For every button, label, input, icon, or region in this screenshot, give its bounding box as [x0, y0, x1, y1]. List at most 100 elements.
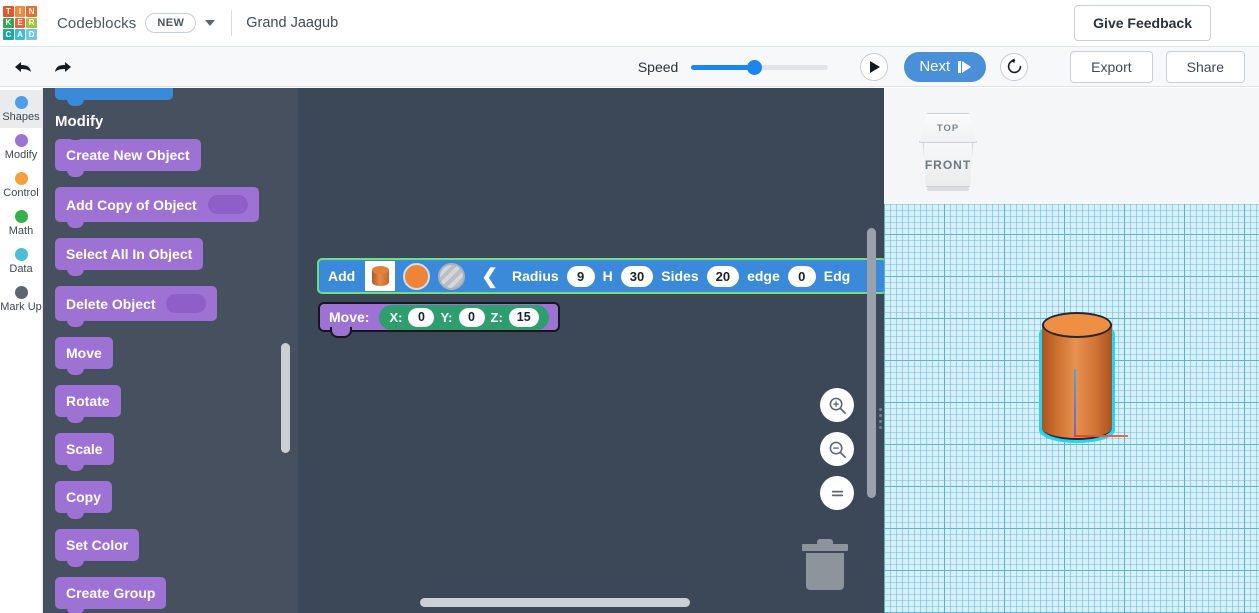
slider-fill: [691, 64, 756, 70]
param-label-height: H: [602, 268, 613, 284]
zoom-in-magnifier-icon: [829, 397, 846, 414]
view-cube-top-label: TOP: [936, 122, 960, 134]
new-badge: NEW: [145, 13, 197, 33]
param-value-edge[interactable]: 0: [787, 265, 816, 287]
workplane-grid[interactable]: [884, 204, 1259, 613]
palette-block-select-all-in-object[interactable]: Select All In Object: [55, 238, 204, 276]
restart-button[interactable]: [1000, 52, 1029, 81]
move-block[interactable]: Move: X: 0 Y: 0 Z: 15: [318, 302, 560, 338]
cylinder-body[interactable]: [1042, 324, 1112, 440]
canvas-vertical-scrollbar[interactable]: [867, 228, 876, 498]
share-button[interactable]: Share: [1165, 50, 1245, 83]
give-feedback-button[interactable]: Give Feedback: [1074, 5, 1211, 41]
document-title[interactable]: Grand Jaagub: [246, 15, 338, 31]
add-shape-block[interactable]: Add ❮ Radius 9 H 30 Sides 20 edge 0 Edg: [317, 258, 884, 294]
header-divider: [231, 10, 233, 36]
category-rail: Shapes Modify Control Math Data Mark Up: [0, 88, 43, 613]
cylinder-thumbnail-icon[interactable]: [365, 261, 396, 291]
axis-value-z[interactable]: 15: [508, 307, 539, 327]
sidebar-item-modify[interactable]: Modify: [0, 128, 42, 166]
view-cube-front-face[interactable]: FRONT: [923, 143, 973, 187]
trash-can-icon[interactable]: [802, 538, 848, 590]
sidebar-item-label: Shapes: [2, 110, 40, 123]
palette-section-title: Modify: [55, 113, 104, 130]
math-color-dot: [14, 209, 28, 223]
restart-arrow-icon: [1007, 58, 1021, 74]
sidebar-item-control[interactable]: Control: [0, 166, 42, 204]
view-cube-top-face[interactable]: TOP: [919, 113, 977, 143]
step-forward-icon: [958, 60, 972, 73]
palette-block-rotate[interactable]: Rotate: [55, 385, 121, 423]
param-label-edge: edge: [747, 268, 780, 284]
code-canvas[interactable]: Add ❮ Radius 9 H 30 Sides 20 edge 0 Edg …: [298, 88, 884, 613]
view-cube-front-label: FRONT: [924, 157, 972, 172]
3d-viewport[interactable]: TOP FRONT: [884, 88, 1259, 613]
palette-block-add-copy-of-object[interactable]: Add Copy of Object: [55, 187, 259, 228]
palette-block-label: Delete Object: [66, 295, 156, 312]
slider-knob[interactable]: [747, 59, 763, 75]
undo-icon[interactable]: [7, 54, 39, 80]
next-button[interactable]: Next: [904, 51, 987, 82]
view-orientation-cube[interactable]: TOP FRONT: [915, 113, 983, 191]
color-swatch[interactable]: [403, 262, 431, 290]
cylinder-top-cap[interactable]: [1042, 312, 1112, 338]
move-block-label: Move:: [329, 309, 370, 325]
sidebar-item-data[interactable]: Data: [0, 242, 42, 280]
block-input-slot[interactable]: [207, 195, 248, 214]
palette-block-create-new-object[interactable]: Create New Object: [55, 133, 201, 177]
zoom-fit-button[interactable]: [820, 476, 854, 510]
app-name[interactable]: Codeblocks: [57, 15, 136, 32]
block-palette[interactable]: ★ Star Modify Create New Object Add Copy…: [43, 88, 298, 613]
axis-value-x[interactable]: 0: [408, 307, 435, 327]
zoom-fit-icon: [831, 490, 843, 496]
block-input-slot[interactable]: [166, 294, 207, 313]
logo-tile-e: E: [14, 17, 26, 29]
palette-content: ★ Star Modify Create New Object Add Copy…: [43, 88, 298, 613]
logo-tile-a: A: [14, 29, 26, 40]
sidebar-item-label: Mark Up: [0, 300, 42, 313]
shapes-color-dot: [14, 95, 28, 109]
tinkercad-logo[interactable]: T I N K E R C A D: [3, 6, 37, 40]
axis-indicator-horizontal: [1074, 435, 1128, 437]
zoom-out-button[interactable]: [820, 432, 854, 466]
palette-block-star[interactable]: ★ Star: [55, 88, 173, 106]
palette-block-label: Select All In Object: [66, 246, 193, 262]
sidebar-item-shapes[interactable]: Shapes: [0, 90, 42, 128]
param-value-radius[interactable]: 9: [566, 265, 595, 287]
sidebar-item-label: Modify: [4, 148, 38, 161]
play-button[interactable]: [860, 52, 889, 81]
param-label-radius: Radius: [511, 268, 559, 284]
control-color-dot: [14, 171, 28, 185]
material-swatch-icon[interactable]: [438, 262, 466, 290]
sidebar-item-math[interactable]: Math: [0, 204, 42, 242]
sidebar-item-markup[interactable]: Mark Up: [0, 280, 42, 318]
palette-block-move[interactable]: Move: [55, 337, 113, 375]
logo-tile-n: N: [26, 6, 37, 17]
canvas-horizontal-scrollbar[interactable]: [420, 598, 690, 607]
chevron-left-icon[interactable]: ❮: [481, 264, 498, 289]
palette-block-delete-object[interactable]: Delete Object: [55, 286, 218, 327]
palette-block-create-group[interactable]: Create Group: [55, 577, 167, 613]
palette-block-label: Add Copy of Object: [66, 196, 197, 213]
palette-block-label: Set Color: [66, 537, 129, 553]
param-value-height[interactable]: 30: [620, 265, 654, 287]
speed-slider[interactable]: [691, 59, 829, 75]
palette-block-copy[interactable]: Copy: [55, 481, 112, 519]
redo-icon[interactable]: [47, 54, 79, 80]
next-label: Next: [919, 58, 951, 75]
action-toolbar: Speed Next Export Share: [0, 47, 1259, 87]
palette-block-label: Copy: [66, 489, 101, 505]
palette-block-scale[interactable]: Scale: [55, 433, 114, 471]
logo-tile-t: T: [3, 6, 14, 17]
zoom-in-button[interactable]: [820, 388, 854, 422]
top-bar: T I N K E R C A D Codeblocks NEW Grand J…: [0, 0, 1259, 47]
palette-block-label: Scale: [66, 441, 103, 457]
palette-scrollbar[interactable]: [281, 343, 290, 453]
palette-block-set-color[interactable]: Set Color: [55, 529, 140, 567]
export-button[interactable]: Export: [1070, 50, 1153, 83]
tinkercad-codeblocks-app: T I N K E R C A D Codeblocks NEW Grand J…: [0, 0, 1259, 613]
chevron-down-icon[interactable]: [205, 20, 216, 26]
axis-value-y[interactable]: 0: [458, 307, 485, 327]
logo-tile-c: C: [3, 29, 14, 40]
param-value-sides[interactable]: 20: [706, 265, 740, 287]
